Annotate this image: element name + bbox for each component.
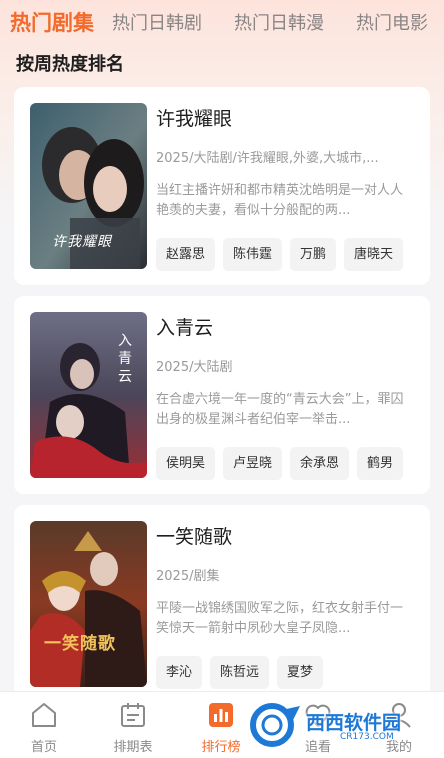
tab-hot-jk-dramas[interactable]: 热门日韩剧 [112, 9, 202, 35]
calendar-icon [121, 703, 145, 727]
ranking-icon [209, 703, 233, 727]
watermark-subtext: CR173.COM [340, 732, 394, 742]
tab-hot-movies[interactable]: 热门电影 [356, 9, 428, 35]
drama-poster[interactable]: 入青云 [30, 312, 147, 478]
drama-meta: 2025/剧集 [156, 569, 220, 584]
drama-title[interactable]: 许我耀眼 [156, 104, 232, 131]
drama-description: 当红主播许妍和都市精英沈皓明是一对人人艳羡的夫妻，看似十分般配的两... [156, 183, 404, 218]
cast-tag[interactable]: 余承恩 [290, 447, 350, 480]
drama-description: 在合虚六境一年一度的“青云大会”上，罪囚出身的极星渊斗者纪伯宰一举击... [156, 392, 404, 427]
cast-tag[interactable]: 万鹏 [290, 238, 337, 271]
site-watermark: 西西软件园 CR173.COM [244, 700, 434, 750]
tab-hot-jk-anime[interactable]: 热门日韩漫 [234, 9, 324, 35]
nav-item-schedule[interactable]: 排期表 [98, 700, 168, 755]
poster-title-text: 一笑随歌 [44, 634, 116, 654]
cast-tag[interactable]: 唐晓天 [344, 238, 404, 271]
cast-tag[interactable]: 卢昱晓 [223, 447, 283, 480]
nav-label: 排期表 [113, 740, 153, 755]
watermark-text: 西西软件园 [306, 712, 402, 734]
section-title: 按周热度排名 [16, 54, 124, 75]
nav-item-home[interactable]: 首页 [9, 700, 79, 755]
cast-list: 李沁 陈哲远 夏梦 [156, 656, 331, 689]
cast-tag[interactable]: 陈哲远 [210, 656, 270, 689]
category-tabs: 热门剧集 热门日韩剧 热门日韩漫 热门电影 [0, 0, 444, 44]
cast-tag[interactable]: 夏梦 [277, 656, 324, 689]
cast-list: 赵露思 陈伟霆 万鹏 唐晓天 [156, 238, 411, 271]
drama-card[interactable]: 入青云 入青云 2025/大陆剧 在合虚六境一年一度的“青云大会”上，罪囚出身的… [14, 296, 430, 494]
poster-title-text: 许我耀眼 [52, 234, 112, 250]
home-icon [32, 703, 56, 727]
cast-tag[interactable]: 侯明昊 [156, 447, 216, 480]
drama-description: 平陵一战锦绣国败军之际，红衣女射手付一笑惊天一箭射中夙砂大皇子凤隐... [156, 601, 404, 636]
nav-label: 首页 [30, 740, 57, 755]
cast-tag[interactable]: 李沁 [156, 656, 203, 689]
watermark-logo-icon [250, 703, 300, 747]
tab-hot-dramas[interactable]: 热门剧集 [10, 7, 94, 37]
drama-card[interactable]: 许我耀眼 许我耀眼 2025/大陆剧/许我耀眼,外婆,大城市,... 当红主播许… [14, 87, 430, 285]
drama-poster[interactable]: 许我耀眼 [30, 103, 147, 269]
cast-tag[interactable]: 鹤男 [357, 447, 404, 480]
cast-tag[interactable]: 陈伟霆 [223, 238, 283, 271]
drama-title[interactable]: 一笑随歌 [156, 522, 232, 549]
drama-meta: 2025/大陆剧/许我耀眼,外婆,大城市,... [156, 151, 379, 166]
drama-poster[interactable]: 一笑随歌 [30, 521, 147, 687]
drama-card[interactable]: 一笑随歌 一笑随歌 2025/剧集 平陵一战锦绣国败军之际，红衣女射手付一笑惊天… [14, 505, 430, 703]
drama-title[interactable]: 入青云 [156, 313, 213, 340]
cast-tag[interactable]: 赵露思 [156, 238, 216, 271]
cast-list: 侯明昊 卢昱晓 余承恩 鹤男 [156, 447, 411, 480]
poster-title-text: 入青云 [118, 333, 132, 385]
drama-meta: 2025/大陆剧 [156, 360, 233, 375]
